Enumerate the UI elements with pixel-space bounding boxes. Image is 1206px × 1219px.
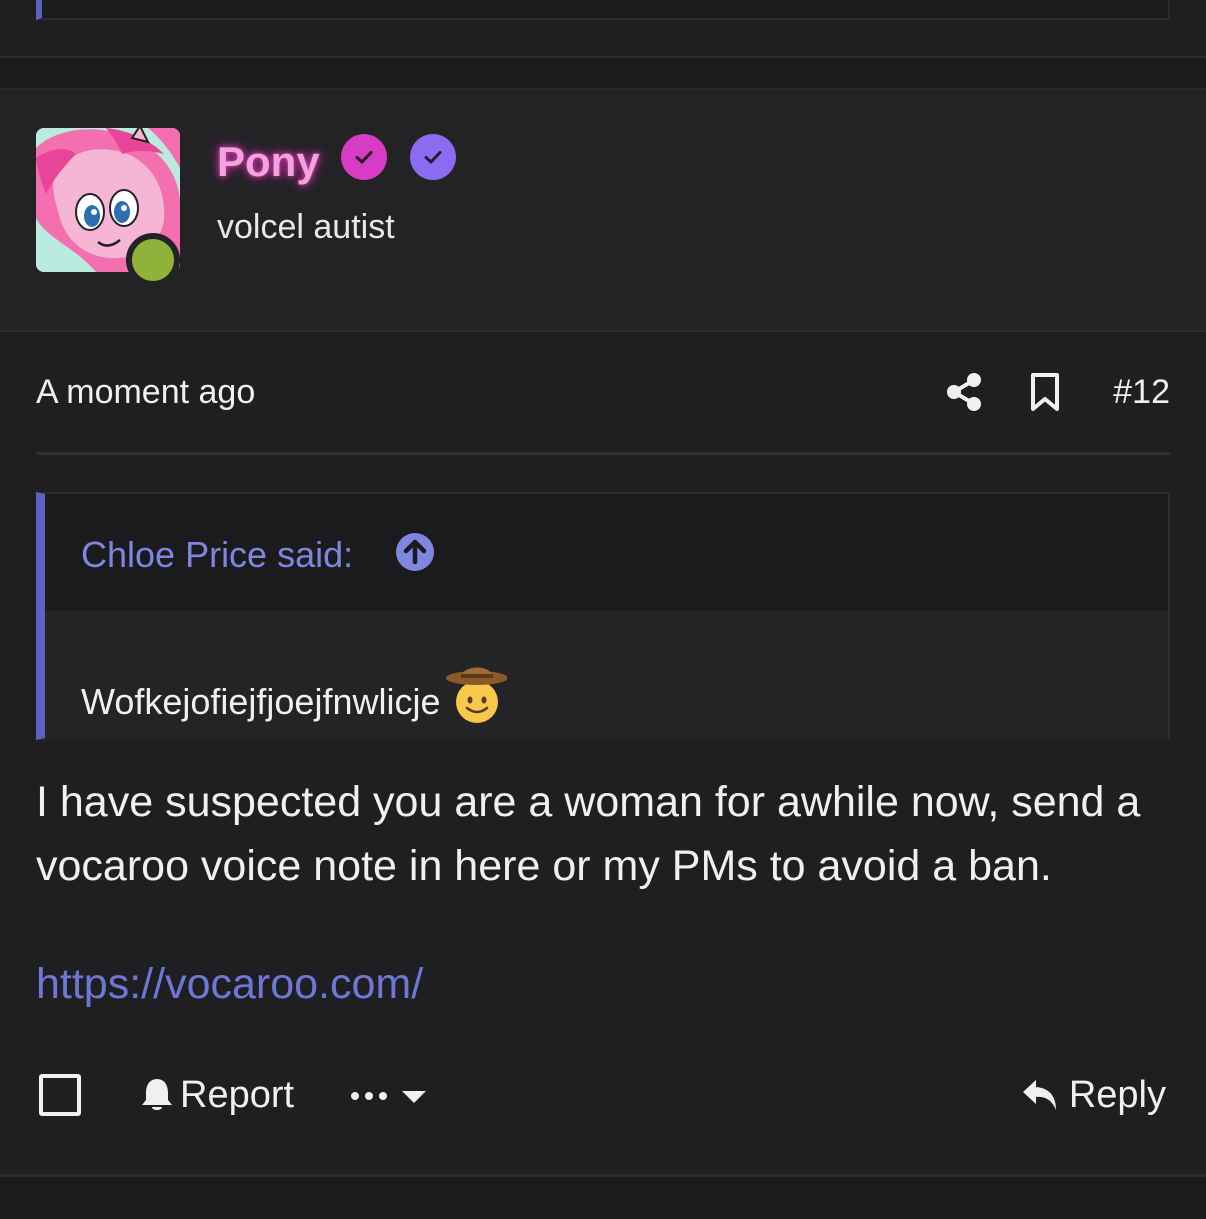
post-link[interactable]: https://vocaroo.com/ (36, 960, 423, 1009)
username[interactable]: Pony (217, 138, 320, 186)
next-post-area (0, 1177, 1206, 1219)
reply-arrow-icon (1022, 1080, 1056, 1110)
quote-text: Wofkejofiejfjoejfnwlicje (81, 662, 508, 724)
quote-header: Chloe Price said: (45, 494, 1168, 610)
meta-divider (36, 452, 1170, 455)
verified-pink-badge-icon (341, 134, 387, 180)
post-body: I have suspected you are a woman for awh… (36, 778, 1141, 890)
quote-text-content: Wofkejofiejfjoejfnwlicje (81, 681, 441, 722)
share-icon[interactable] (946, 372, 982, 412)
post-actions: Report Reply (36, 1064, 1170, 1124)
post-meta-row: A moment ago #12 (36, 365, 1170, 421)
cowboy-face-emoji-icon (443, 662, 508, 724)
report-label: Report (180, 1073, 295, 1116)
select-post-checkbox[interactable] (39, 1074, 81, 1116)
ellipsis-dropdown-icon (351, 1091, 426, 1103)
quote-author[interactable]: Chloe Price said: (81, 534, 353, 576)
verified-purple-badge-icon (410, 134, 456, 180)
post-number-link[interactable]: #12 (1113, 373, 1170, 412)
arrow-up-circle-icon[interactable] (395, 532, 435, 572)
report-button[interactable]: Report (140, 1070, 294, 1120)
reply-button[interactable]: Reply (1021, 1070, 1166, 1120)
bell-icon (142, 1079, 172, 1110)
previous-post-quote (36, 0, 1170, 20)
post-timestamp[interactable]: A moment ago (36, 373, 255, 412)
reply-label: Reply (1068, 1073, 1166, 1116)
bookmark-icon[interactable] (1030, 372, 1060, 412)
user-title: volcel autist (217, 208, 395, 246)
post-user-header: Pony volcel autist (0, 90, 1206, 423)
more-options-button[interactable] (350, 1076, 430, 1116)
quote-body: Wofkejofiejfjoejfnwlicje (45, 610, 1168, 740)
quote-block: Chloe Price said: Wofkejofiejfjoejfnwlic… (36, 492, 1170, 740)
post-separator (0, 58, 1206, 90)
previous-post (0, 0, 1206, 58)
online-status-indicator (126, 233, 180, 287)
